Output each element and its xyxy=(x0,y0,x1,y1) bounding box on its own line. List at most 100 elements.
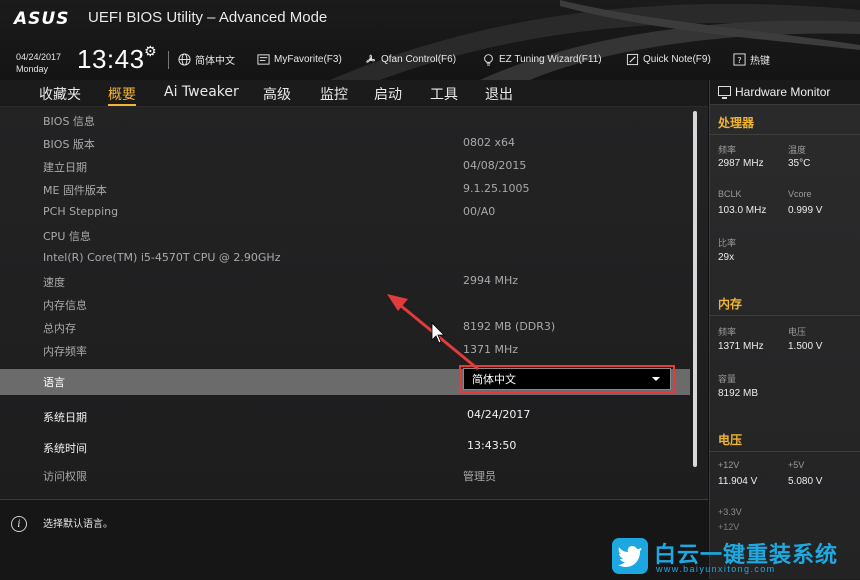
row-value: 8192 MB (DDR3) xyxy=(463,320,556,333)
row-label: CPU 信息 xyxy=(43,230,91,243)
scrollbar[interactable] xyxy=(693,111,697,467)
mem-volt-value: 1.500 V xyxy=(788,341,823,352)
v33-label: +3.3V xyxy=(718,507,742,517)
svg-text:?: ? xyxy=(737,54,741,64)
hardware-monitor-header: Hardware Monitor xyxy=(710,80,860,105)
weekday-text: Monday xyxy=(16,64,49,74)
info-icon: i xyxy=(11,516,27,532)
mem-capacity-value: 8192 MB xyxy=(718,388,759,399)
hotkeys-button[interactable]: ? 热键 xyxy=(733,50,770,68)
info-row-build-date: 建立日期 04/08/2015 xyxy=(0,155,690,178)
asus-logo: ASUS xyxy=(14,9,70,29)
system-time-row[interactable]: 系统时间 13:43:50 xyxy=(0,435,690,458)
cpu-info-heading: CPU 信息 xyxy=(0,224,690,247)
mem-volt-label: 电压 xyxy=(788,327,807,337)
language-button[interactable]: 简体中文 xyxy=(178,50,235,68)
v12b-label: +12V xyxy=(718,522,740,532)
qfan-control-label: Qfan Control(F6) xyxy=(381,53,457,65)
date-display: 04/24/2017 Monday xyxy=(16,51,61,75)
myfavorite-button[interactable]: MyFavorite(F3) xyxy=(257,50,342,68)
info-row-memory-frequency: 内存频率 1371 MHz xyxy=(0,339,690,362)
row-label: ME 固件版本 xyxy=(43,184,107,197)
row-value: 1371 MHz xyxy=(463,343,519,356)
qfan-control-button[interactable]: Qfan Control(F6) xyxy=(364,50,456,68)
mem-capacity-label: 容量 xyxy=(718,374,737,384)
ratio-label: 比率 xyxy=(718,238,737,248)
v12-label: +12V xyxy=(718,460,740,470)
cpu-temp-label: 温度 xyxy=(788,145,807,155)
hardware-monitor-title: Hardware Monitor xyxy=(735,85,831,99)
access-level-row: 访问权限 管理员 xyxy=(0,464,690,487)
gear-icon[interactable]: ⚙ xyxy=(144,44,157,60)
cpu-heading: 处理器 xyxy=(718,116,755,130)
quick-note-button[interactable]: Quick Note(F9) xyxy=(626,50,711,68)
system-time-value[interactable]: 13:43:50 xyxy=(467,439,516,452)
bios-info-heading: BIOS 信息 xyxy=(0,109,690,132)
voltage-heading: 电压 xyxy=(718,433,743,447)
system-date-value[interactable]: 04/24/2017 xyxy=(467,408,530,421)
cpu-freq-value: 2987 MHz xyxy=(718,158,764,169)
globe-icon xyxy=(178,52,191,66)
lightbulb-icon xyxy=(484,53,493,66)
help-text: 选择默认语言。 xyxy=(43,519,113,530)
tab-favorites[interactable]: 收藏夹 xyxy=(39,84,81,104)
bird-logo-icon xyxy=(612,538,648,574)
row-value: 2994 MHz xyxy=(463,274,519,287)
favorite-icon xyxy=(257,53,270,65)
section-divider xyxy=(710,451,860,452)
help-info-bar: i 选择默认语言。 xyxy=(0,499,708,580)
main-panel: BIOS 信息 BIOS 版本 0802 x64 建立日期 04/08/2015… xyxy=(0,107,708,499)
title-bar: ASUS UEFI BIOS Utility – Advanced Mode 0… xyxy=(0,0,860,80)
access-level-label: 访问权限 xyxy=(43,470,87,483)
row-label: 速度 xyxy=(43,276,65,289)
tab-main[interactable]: 概要 xyxy=(108,84,136,106)
system-date-label: 系统日期 xyxy=(43,411,87,424)
row-label: 总内存 xyxy=(43,322,76,335)
tab-monitor[interactable]: 监控 xyxy=(320,84,348,104)
tab-advanced[interactable]: 高级 xyxy=(263,84,291,104)
mem-freq-label: 频率 xyxy=(718,327,737,337)
tab-exit[interactable]: 退出 xyxy=(485,84,513,104)
help-icon: ? xyxy=(733,52,746,66)
language-select-value: 简体中文 xyxy=(472,373,516,386)
tab-ai-tweaker[interactable]: Ai Tweaker xyxy=(164,84,239,100)
row-label: 内存频率 xyxy=(43,345,87,358)
hardware-monitor-panel: Hardware Monitor 处理器 频率 温度 2987 MHz 35°C… xyxy=(709,80,860,580)
row-value: 0802 x64 xyxy=(463,136,515,149)
ez-tuning-wizard-button[interactable]: EZ Tuning Wizard(F11) xyxy=(482,50,602,68)
menu-tabs: 收藏夹 概要 Ai Tweaker 高级 监控 启动 工具 退出 xyxy=(0,80,708,107)
tab-boot[interactable]: 启动 xyxy=(374,84,402,104)
hotkeys-label: 热键 xyxy=(750,55,770,67)
language-select[interactable]: 简体中文 xyxy=(463,368,671,390)
info-row-total-memory: 总内存 8192 MB (DDR3) xyxy=(0,316,690,339)
clock: 13:43 xyxy=(77,44,145,74)
fan-icon xyxy=(366,54,376,63)
watermark-url: www.baiyunxitong.com xyxy=(656,564,776,574)
mem-freq-value: 1371 MHz xyxy=(718,341,764,352)
row-label: PCH Stepping xyxy=(43,205,119,218)
language-button-label: 简体中文 xyxy=(195,55,235,67)
section-divider xyxy=(710,134,860,135)
bclk-value: 103.0 MHz xyxy=(718,205,767,216)
app-title: UEFI BIOS Utility – Advanced Mode xyxy=(88,9,328,26)
info-row-pch-stepping: PCH Stepping 00/A0 xyxy=(0,201,690,224)
bclk-label: BCLK xyxy=(718,189,742,199)
system-time-label: 系统时间 xyxy=(43,442,87,455)
row-value: 00/A0 xyxy=(463,205,496,218)
info-row-speed: 速度 2994 MHz xyxy=(0,270,690,293)
info-row-me-firmware: ME 固件版本 9.1.25.1005 xyxy=(0,178,690,201)
row-label: 内存信息 xyxy=(43,299,87,312)
note-icon xyxy=(626,53,639,65)
cpu-temp-value: 35°C xyxy=(788,158,811,169)
v12-value: 11.904 V xyxy=(718,476,758,487)
header-divider xyxy=(168,51,169,69)
system-date-row[interactable]: 系统日期 04/24/2017 xyxy=(0,404,690,427)
monitor-icon xyxy=(718,86,731,99)
tab-tool[interactable]: 工具 xyxy=(430,84,458,104)
info-row-cpu-model: Intel(R) Core(TM) i5-4570T CPU @ 2.90GHz xyxy=(0,247,690,270)
row-label: 建立日期 xyxy=(43,161,87,174)
info-row-bios-version: BIOS 版本 0802 x64 xyxy=(0,132,690,155)
v5-label: +5V xyxy=(788,460,805,470)
section-divider xyxy=(710,315,860,316)
row-value: 04/08/2015 xyxy=(463,159,527,172)
